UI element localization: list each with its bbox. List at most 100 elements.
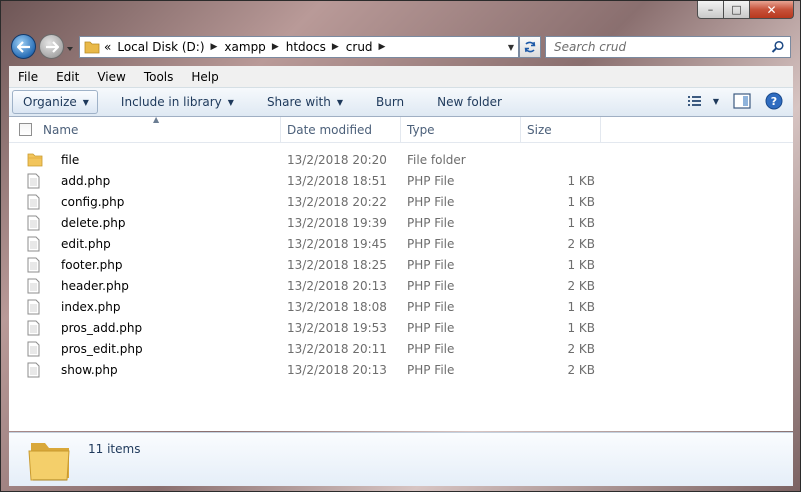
file-row[interactable]: config.php 13/2/2018 20:22 PHP File 1 KB	[9, 191, 793, 212]
file-size: 1 KB	[567, 320, 595, 335]
close-button[interactable]: ✕	[750, 1, 794, 19]
file-icon	[9, 278, 43, 294]
file-row[interactable]: add.php 13/2/2018 18:51 PHP File 1 KB	[9, 170, 793, 191]
file-icon	[9, 173, 43, 189]
folder-icon	[84, 41, 100, 54]
breadcrumb-separator-icon[interactable]: ▶	[272, 42, 279, 52]
file-name: pros_add.php	[61, 320, 143, 335]
file-row[interactable]: delete.php 13/2/2018 19:39 PHP File 1 KB	[9, 212, 793, 233]
file-row[interactable]: index.php 13/2/2018 18:08 PHP File 1 KB	[9, 296, 793, 317]
chevron-down-icon: ▼	[227, 97, 234, 107]
forward-button[interactable]	[39, 34, 64, 59]
file-date: 13/2/2018 20:22	[287, 194, 387, 209]
column-header-size[interactable]: Size	[521, 117, 601, 142]
breadcrumb-separator-icon[interactable]: ▶	[379, 42, 386, 52]
new-folder-label: New folder	[437, 95, 502, 109]
breadcrumb-separator-icon[interactable]: ▶	[211, 42, 218, 52]
file-row[interactable]: footer.php 13/2/2018 18:25 PHP File 1 KB	[9, 254, 793, 275]
file-row[interactable]: pros_edit.php 13/2/2018 20:11 PHP File 2…	[9, 338, 793, 359]
file-size: 1 KB	[567, 194, 595, 209]
search-input[interactable]	[552, 39, 756, 55]
preview-pane-icon	[733, 93, 751, 109]
file-name: header.php	[61, 278, 129, 293]
minimize-button[interactable]: –	[697, 1, 724, 19]
menu-view[interactable]: View	[88, 70, 134, 84]
breadcrumb-item[interactable]: crud	[346, 40, 373, 54]
file-name: add.php	[61, 173, 111, 188]
file-list[interactable]: ▲ Name Date modified Type Size file 13/2…	[9, 115, 793, 431]
back-button[interactable]	[11, 34, 36, 59]
breadcrumb-overflow[interactable]: «	[104, 40, 111, 54]
file-type: PHP File	[407, 320, 455, 335]
share-with-button[interactable]: Share with ▼	[250, 95, 359, 109]
refresh-icon	[524, 41, 536, 53]
burn-button[interactable]: Burn	[359, 95, 420, 109]
include-in-library-button[interactable]: Include in library ▼	[104, 95, 250, 109]
folder-icon	[28, 443, 70, 481]
help-button[interactable]: ?	[765, 92, 783, 110]
recent-pages-dropdown[interactable]	[65, 43, 75, 53]
chevron-down-icon: ▼	[712, 96, 719, 106]
breadcrumb-separator-icon[interactable]: ▶	[332, 42, 339, 52]
search-box[interactable]	[545, 36, 791, 58]
sort-ascending-icon: ▲	[153, 115, 160, 124]
file-row[interactable]: show.php 13/2/2018 20:13 PHP File 2 KB	[9, 359, 793, 380]
forward-arrow-icon	[45, 40, 59, 53]
file-row[interactable]: edit.php 13/2/2018 19:45 PHP File 2 KB	[9, 233, 793, 254]
organize-button[interactable]: Organize ▼	[12, 90, 98, 114]
select-all-checkbox[interactable]	[9, 117, 37, 142]
address-bar[interactable]: « Local Disk (D:) ▶ xampp ▶ htdocs ▶ cru…	[79, 36, 519, 58]
column-header-label: Size	[527, 122, 552, 137]
file-name: footer.php	[61, 257, 123, 272]
file-type: PHP File	[407, 173, 455, 188]
file-rows: file 13/2/2018 20:20 File folder add.php…	[9, 149, 793, 380]
explorer-window: – □ ✕ « Local Disk (D:) ▶ xampp ▶ htdocs…	[0, 0, 801, 492]
file-type: PHP File	[407, 194, 455, 209]
file-size: 2 KB	[567, 236, 595, 251]
file-name: file	[61, 152, 80, 167]
file-row[interactable]: file 13/2/2018 20:20 File folder	[9, 149, 793, 170]
change-view-button[interactable]: ▼	[687, 94, 719, 108]
file-icon	[9, 257, 43, 273]
file-type: PHP File	[407, 278, 455, 293]
maximize-button[interactable]: □	[724, 1, 750, 19]
file-size: 2 KB	[567, 362, 595, 377]
file-type: PHP File	[407, 215, 455, 230]
file-row[interactable]: header.php 13/2/2018 20:13 PHP File 2 KB	[9, 275, 793, 296]
new-folder-button[interactable]: New folder	[420, 95, 518, 109]
file-name: show.php	[61, 362, 118, 377]
column-header-name[interactable]: ▲ Name	[37, 115, 281, 142]
file-icon	[9, 215, 43, 231]
file-size: 1 KB	[567, 215, 595, 230]
details-pane: 11 items	[9, 432, 793, 486]
include-in-library-label: Include in library	[120, 95, 222, 109]
breadcrumb-item[interactable]: xampp	[224, 40, 265, 54]
file-icon	[9, 236, 43, 252]
chevron-down-icon: ▼	[336, 97, 343, 107]
breadcrumb-item[interactable]: Local Disk (D:)	[117, 40, 204, 54]
menu-file[interactable]: File	[9, 70, 47, 84]
minimize-icon: –	[707, 3, 714, 16]
checkbox[interactable]	[19, 123, 32, 136]
column-header-date-modified[interactable]: Date modified	[281, 117, 401, 142]
svg-text:?: ?	[771, 95, 777, 108]
file-name: edit.php	[61, 236, 111, 251]
address-history-icon[interactable]: ▼	[508, 43, 514, 52]
menu-edit[interactable]: Edit	[47, 70, 88, 84]
preview-pane-button[interactable]	[733, 93, 751, 109]
file-type: PHP File	[407, 236, 455, 251]
file-row[interactable]: pros_add.php 13/2/2018 19:53 PHP File 1 …	[9, 317, 793, 338]
menu-help[interactable]: Help	[182, 70, 227, 84]
chevron-down-icon: ▼	[82, 97, 89, 107]
details-view-icon	[687, 96, 701, 106]
breadcrumb-item[interactable]: htdocs	[286, 40, 326, 54]
search-icon[interactable]	[771, 40, 785, 54]
refresh-button[interactable]	[519, 36, 541, 58]
column-header-label: Name	[43, 122, 79, 137]
column-header-type[interactable]: Type	[401, 117, 521, 142]
menu-tools[interactable]: Tools	[135, 70, 183, 84]
file-icon	[9, 362, 43, 378]
breadcrumb: Local Disk (D:) ▶ xampp ▶ htdocs ▶ crud …	[117, 40, 392, 54]
burn-label: Burn	[376, 95, 405, 109]
caption-buttons: – □ ✕	[697, 1, 794, 19]
